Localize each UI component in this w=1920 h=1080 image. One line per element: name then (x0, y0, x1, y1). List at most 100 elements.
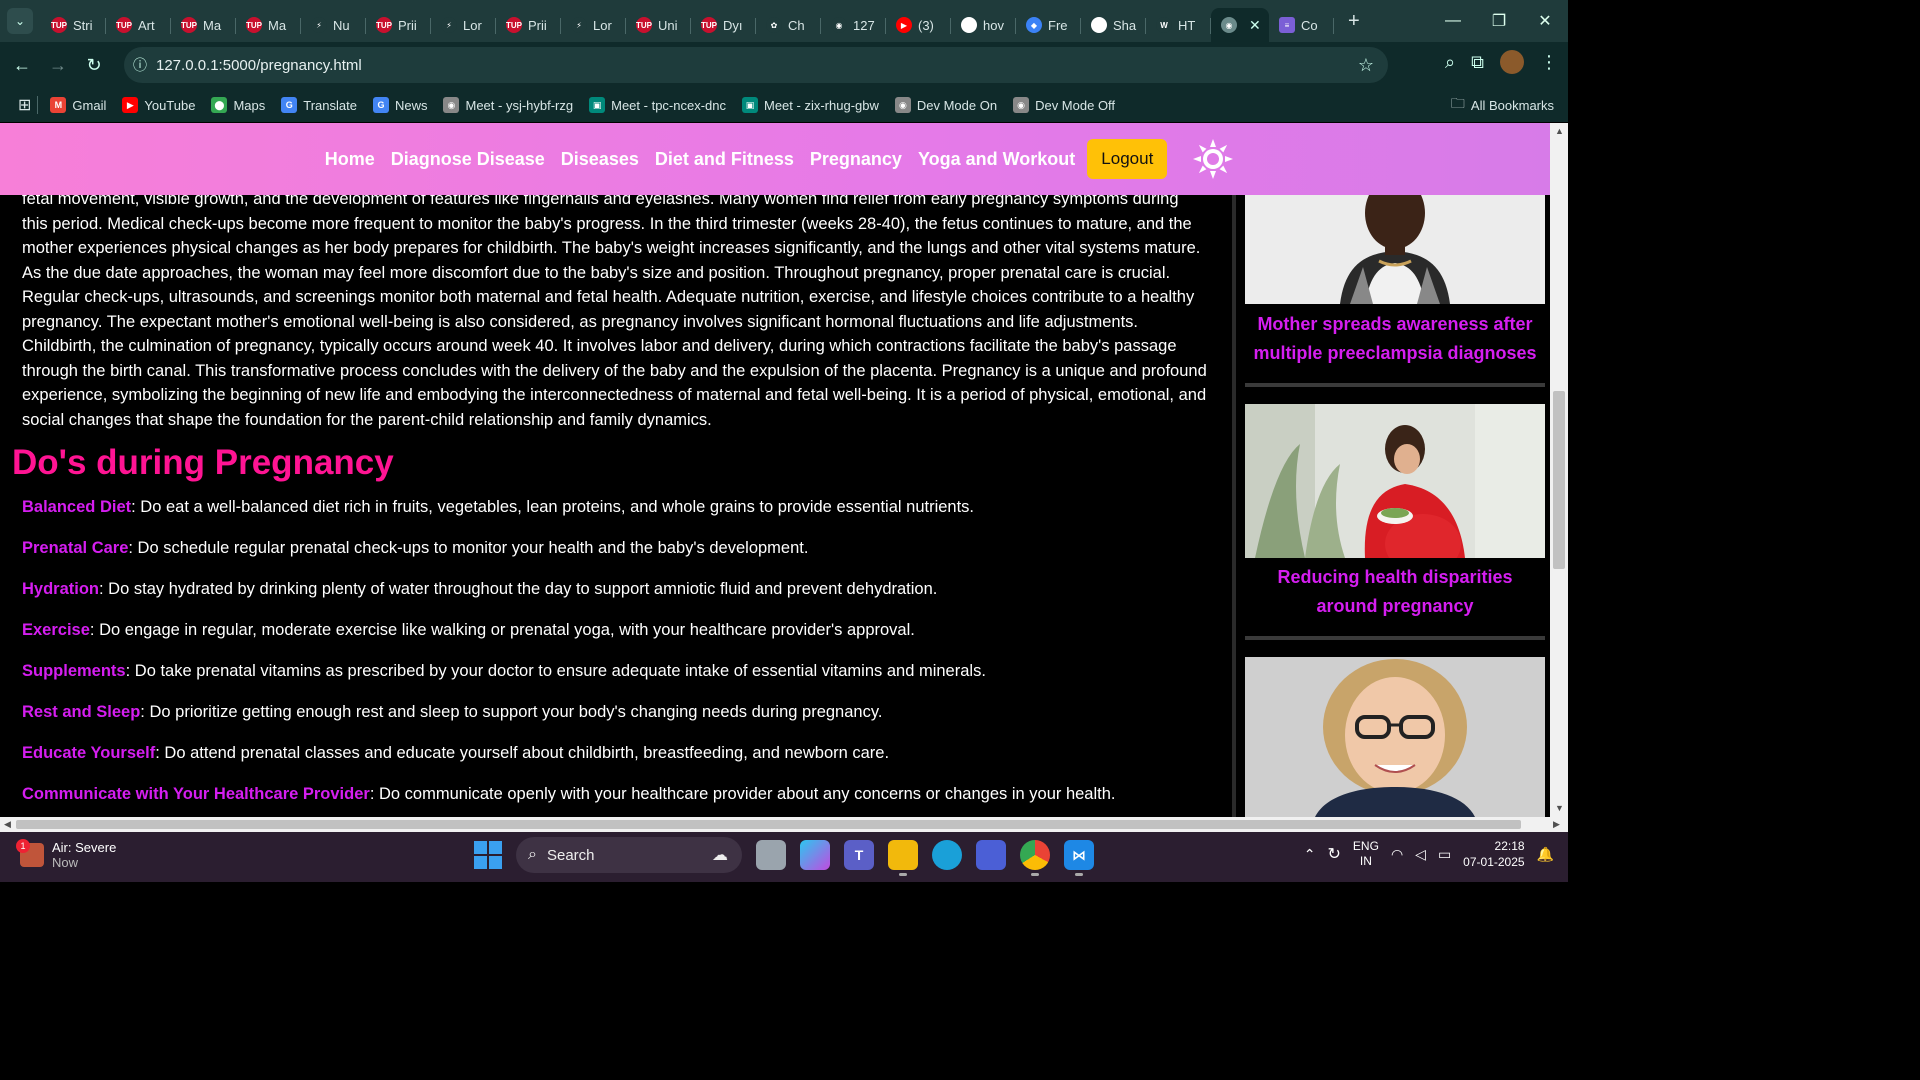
browser-tab[interactable]: TUP Ma (236, 8, 301, 42)
tab-search-button[interactable]: ⌄ (7, 8, 33, 34)
browser-tab[interactable]: ◎ Sha (1081, 8, 1146, 42)
browser-tab[interactable]: ⚡ Nu (301, 8, 366, 42)
browser-tab[interactable]: TUP Prii (496, 8, 561, 42)
taskbar-search[interactable]: ⌕ Search ☁ (516, 837, 742, 873)
tab-title: (3) (918, 17, 934, 33)
browser-tab[interactable]: TUP Ma (171, 8, 236, 42)
browser-tab[interactable]: TUP Prii (366, 8, 431, 42)
edge-icon[interactable] (932, 840, 962, 870)
bookmark-item[interactable]: ◉ Dev Mode On (894, 97, 997, 113)
browser-tab[interactable]: TUP Stri (41, 8, 106, 42)
scroll-down-arrow-icon[interactable]: ▼ (1555, 803, 1564, 813)
all-bookmarks-button[interactable]: 🗀 All Bookmarks (1451, 93, 1554, 117)
bookmark-item[interactable]: ⬤ Maps (211, 97, 265, 113)
bookmark-item[interactable]: G News (372, 97, 427, 113)
site-info-icon[interactable]: ⓘ (124, 55, 156, 75)
show-hidden-icons-icon[interactable]: ⌃ (1304, 846, 1316, 863)
bookmark-item[interactable]: ▣ Meet - tpc-ncex-dnc (589, 97, 726, 113)
forward-button[interactable]: → (40, 55, 76, 76)
nav-yoga-and-workout[interactable]: Yoga and Workout (918, 149, 1075, 170)
browser-tab[interactable]: ◉ 127 (821, 8, 886, 42)
horizontal-scroll-thumb[interactable] (16, 820, 1521, 829)
bookmark-item[interactable]: ◉ Dev Mode Off (1013, 97, 1115, 113)
browser-toolbar: ← → ↻ ⓘ 127.0.0.1:5000/pregnancy.html ☆ … (0, 42, 1568, 88)
battery-icon[interactable]: ▭ (1438, 846, 1451, 863)
browser-tab[interactable]: ≡ Co (1269, 8, 1334, 42)
article-title-2[interactable]: Reducing health disparities around pregn… (1245, 563, 1545, 621)
browser-tab[interactable]: ▶ (3) (886, 8, 951, 42)
article-title-1[interactable]: Mother spreads awareness after multiple … (1245, 310, 1545, 368)
theme-toggle-sun-icon[interactable] (1193, 139, 1234, 179)
profile-avatar[interactable] (1500, 50, 1524, 74)
scroll-right-arrow-icon[interactable]: ▶ (1553, 819, 1560, 830)
teams-icon[interactable]: T (844, 840, 874, 870)
horizontal-scrollbar[interactable]: ◀ ▶ (0, 817, 1568, 832)
start-button[interactable] (474, 841, 502, 869)
vscode-icon[interactable]: ⋈ (1064, 840, 1094, 876)
bookmark-item[interactable]: ▶ YouTube (122, 97, 195, 113)
nav-diseases[interactable]: Diseases (561, 149, 639, 170)
wifi-icon[interactable]: ◠ (1391, 846, 1403, 863)
vertical-scroll-thumb[interactable] (1553, 391, 1565, 569)
copilot-icon[interactable] (800, 840, 830, 870)
notification-bell-icon[interactable]: 🔔 (1537, 846, 1554, 863)
bookmark-item[interactable]: M Gmail (50, 97, 106, 113)
close-tab-icon[interactable]: ✕ (1249, 17, 1261, 34)
bookmark-star-icon[interactable]: ☆ (1358, 55, 1374, 76)
tab-favicon-icon: ⚡ (441, 17, 457, 33)
back-button[interactable]: ← (4, 55, 40, 76)
browser-tab[interactable]: Ghov (951, 8, 1016, 42)
article-image-2[interactable] (1245, 404, 1545, 558)
clock[interactable]: 22:18 07-01-2025 (1463, 838, 1524, 870)
tab-title: Fre (1048, 17, 1068, 33)
bookmark-item[interactable]: ▣ Meet - zix-rhug-gbw (742, 97, 879, 113)
browser-tab[interactable]: ⚡ Lor (431, 8, 496, 42)
browser-tab[interactable]: ✿ Ch (756, 8, 821, 42)
new-tab-button[interactable]: + (1348, 10, 1360, 33)
close-window-button[interactable]: ✕ (1522, 11, 1568, 31)
task-view-icon[interactable] (756, 840, 786, 870)
bookmark-item[interactable]: ◉ Meet - ysj-hybf-rzg (443, 97, 573, 113)
browser-tab[interactable]: TUP Art (106, 8, 171, 42)
scroll-left-arrow-icon[interactable]: ◀ (4, 819, 11, 830)
extensions-icon[interactable]: ⧉ (1471, 52, 1484, 73)
apps-grid-icon[interactable]: ⊞ (18, 95, 31, 115)
language-indicator[interactable]: ENG IN (1353, 839, 1379, 869)
web-page: Home Diagnose Disease Diseases Diet and … (0, 123, 1568, 817)
active-browser-tab[interactable]: ◉ ✕ (1211, 8, 1269, 42)
volume-icon[interactable]: ◁ (1415, 846, 1426, 863)
article-image-1[interactable] (1245, 195, 1545, 304)
weather-widget[interactable]: 1 Air: Severe Now (16, 839, 117, 870)
sync-icon[interactable]: ↻ (1328, 844, 1341, 864)
taskbar-search-label: Search (546, 846, 595, 864)
restore-button[interactable]: ❐ (1476, 11, 1522, 31)
address-bar[interactable]: ⓘ 127.0.0.1:5000/pregnancy.html ☆ (124, 47, 1388, 83)
bookmark-item[interactable]: G Translate (281, 97, 357, 113)
microsoft-store-icon[interactable] (976, 840, 1006, 870)
nav-diet-and-fitness[interactable]: Diet and Fitness (655, 149, 794, 170)
browser-tab[interactable]: W HT (1146, 8, 1211, 42)
minimize-button[interactable]: — (1430, 12, 1476, 30)
chrome-icon[interactable] (1020, 840, 1050, 876)
browser-tab[interactable]: ◆ Fre (1016, 8, 1081, 42)
bookmark-favicon-icon: ⬤ (211, 97, 228, 113)
taskbar-apps: ⌕ Search ☁ T ⋈ (474, 837, 1094, 876)
article-image-3[interactable] (1245, 657, 1545, 817)
browser-tab[interactable]: TUP Dyı (691, 8, 756, 42)
more-menu-icon[interactable]: ⋮ (1540, 52, 1558, 73)
scroll-up-arrow-icon[interactable]: ▲ (1555, 126, 1564, 136)
reload-button[interactable]: ↻ (76, 55, 112, 76)
clock-date: 07-01-2025 (1463, 855, 1525, 869)
region-code: IN (1359, 854, 1372, 868)
file-explorer-icon[interactable] (888, 840, 918, 876)
nav-home[interactable]: Home (325, 149, 375, 170)
nav-diagnose-disease[interactable]: Diagnose Disease (391, 149, 545, 170)
browser-tab[interactable]: TUP Uni (626, 8, 691, 42)
weather-title: Air: Severe (52, 840, 117, 855)
lens-icon[interactable]: ⌕ (1445, 52, 1455, 73)
logout-button[interactable]: Logout (1087, 139, 1168, 179)
browser-tab[interactable]: ⚡ Lor (561, 8, 626, 42)
address-url[interactable]: 127.0.0.1:5000/pregnancy.html (156, 57, 362, 74)
nav-pregnancy[interactable]: Pregnancy (810, 149, 902, 170)
vertical-scrollbar[interactable]: ▲ ▼ (1550, 123, 1568, 817)
